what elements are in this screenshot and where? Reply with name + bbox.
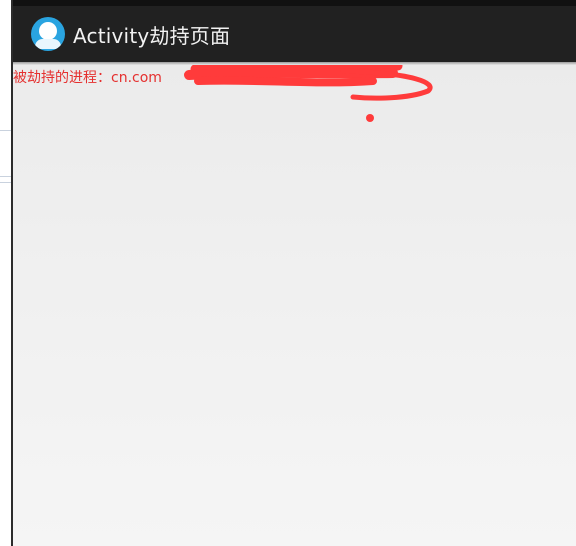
action-bar: Activity劫持页面	[13, 6, 576, 62]
app-logo-icon[interactable]	[31, 17, 65, 51]
app-logo-face	[39, 22, 57, 40]
host-window-left-strip	[0, 0, 13, 546]
app-title: Activity劫持页面	[73, 23, 231, 48]
redaction-scribble	[184, 65, 433, 122]
emulator-screen: Activity劫持页面 被劫持的进程：cn.com	[0, 0, 576, 546]
host-divider	[0, 130, 11, 131]
host-divider	[0, 182, 11, 183]
app-logo-base	[35, 39, 61, 49]
host-divider	[0, 176, 11, 177]
activity-content: 被劫持的进程：cn.com	[13, 65, 576, 546]
